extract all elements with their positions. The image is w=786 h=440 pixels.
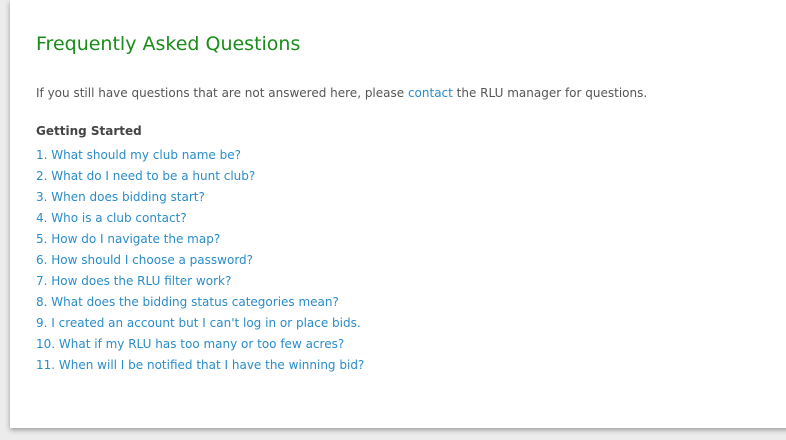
faq-question-link-2[interactable]: 2. What do I need to be a hunt club? [36, 169, 255, 183]
page-title: Frequently Asked Questions [36, 33, 301, 55]
faq-question-link-7[interactable]: 7. How does the RLU filter work? [36, 274, 231, 288]
faq-question-link-1[interactable]: 1. What should my club name be? [36, 148, 241, 162]
intro-text: If you still have questions that are not… [36, 86, 647, 100]
faq-item: 2. What do I need to be a hunt club? [36, 166, 364, 187]
faq-item: 3. When does bidding start? [36, 187, 364, 208]
faq-item: 6. How should I choose a password? [36, 250, 364, 271]
faq-question-list: 1. What should my club name be? 2. What … [36, 145, 364, 376]
faq-question-link-11[interactable]: 11. When will I be notified that I have … [36, 358, 364, 372]
faq-question-link-10[interactable]: 10. What if my RLU has too many or too f… [36, 337, 344, 351]
faq-item: 5. How do I navigate the map? [36, 229, 364, 250]
faq-question-link-5[interactable]: 5. How do I navigate the map? [36, 232, 220, 246]
intro-text-before: If you still have questions that are not… [36, 86, 408, 100]
faq-item: 11. When will I be notified that I have … [36, 355, 364, 376]
faq-item: 4. Who is a club contact? [36, 208, 364, 229]
section-heading-getting-started: Getting Started [36, 124, 142, 138]
faq-question-link-4[interactable]: 4. Who is a club contact? [36, 211, 187, 225]
faq-question-link-8[interactable]: 8. What does the bidding status categori… [36, 295, 339, 309]
contact-link[interactable]: contact [408, 86, 453, 100]
faq-question-link-9[interactable]: 9. I created an account but I can't log … [36, 316, 361, 330]
faq-item: 1. What should my club name be? [36, 145, 364, 166]
faq-item: 7. How does the RLU filter work? [36, 271, 364, 292]
intro-text-after: the RLU manager for questions. [452, 86, 648, 100]
faq-item: 10. What if my RLU has too many or too f… [36, 334, 364, 355]
faq-panel: Frequently Asked Questions If you still … [10, 0, 786, 428]
faq-question-link-6[interactable]: 6. How should I choose a password? [36, 253, 253, 267]
faq-question-link-3[interactable]: 3. When does bidding start? [36, 190, 205, 204]
faq-item: 9. I created an account but I can't log … [36, 313, 364, 334]
faq-item: 8. What does the bidding status categori… [36, 292, 364, 313]
